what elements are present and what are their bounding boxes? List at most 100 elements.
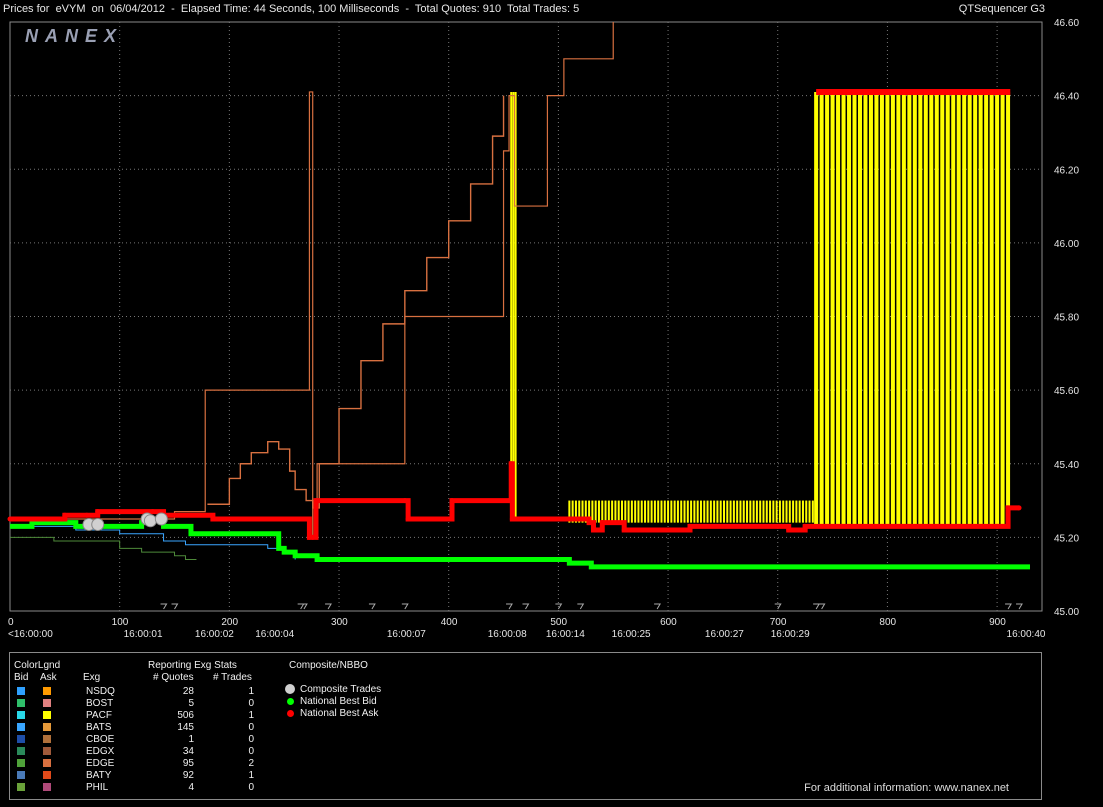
ask-quote-point bbox=[150, 509, 156, 515]
legend-trades: 1 bbox=[248, 770, 254, 781]
ask-quote-point bbox=[687, 523, 693, 529]
x-tick-label: 0 bbox=[8, 617, 14, 628]
time-tick-label: 16:00:25 bbox=[612, 629, 651, 640]
bid-color-swatch bbox=[17, 783, 25, 791]
y-tick-label: 46.20 bbox=[1054, 165, 1079, 176]
legend-trades: 0 bbox=[248, 746, 254, 757]
composite-legend-dot bbox=[287, 698, 294, 705]
ask-quote-point bbox=[7, 516, 13, 522]
ask-quote-point bbox=[210, 516, 216, 522]
y-tick-label: 45.20 bbox=[1054, 533, 1079, 544]
y-tick-label: 45.80 bbox=[1054, 313, 1079, 324]
legend-colorlgnd-header: ColorLgnd bbox=[14, 660, 61, 671]
ask-color-swatch bbox=[43, 735, 51, 743]
ask-quote-point bbox=[508, 461, 514, 467]
footer-note: For additional information: www.nanex.ne… bbox=[804, 782, 1009, 794]
ask-quote-point bbox=[786, 527, 792, 533]
time-tick-label: 16:00:29 bbox=[771, 629, 810, 640]
y-tick-label: 45.60 bbox=[1054, 386, 1079, 397]
ask-quote-point bbox=[775, 523, 781, 529]
ask-quote-point bbox=[566, 516, 572, 522]
x-tick-label: 800 bbox=[879, 617, 896, 628]
time-tick-label: 16:00:40 bbox=[1007, 629, 1046, 640]
legend-trades-header: # Trades bbox=[213, 672, 252, 683]
time-tick-label: 16:00:07 bbox=[387, 629, 426, 640]
legend-panel: ColorLgnd Bid Ask Exg Reporting Exg Stat… bbox=[9, 652, 1042, 800]
ask-quote-point bbox=[95, 509, 101, 515]
composite-trade-point bbox=[143, 514, 157, 528]
ask-color-swatch bbox=[43, 699, 51, 707]
composite-legend-label: National Best Bid bbox=[300, 696, 377, 707]
ask-quote-point bbox=[303, 516, 309, 522]
bid-color-swatch bbox=[17, 687, 25, 695]
ask-quote-point bbox=[402, 498, 408, 504]
price-chart: 45.00 45.20 45.40 45.60 45.80 46.00 46.20 46.40… bbox=[7, 18, 1079, 640]
x-tick-label: 900 bbox=[989, 617, 1006, 628]
composite-legend-label: National Best Ask bbox=[300, 708, 379, 719]
x-tick-label: 600 bbox=[660, 617, 677, 628]
legend-quotes: 506 bbox=[177, 710, 194, 721]
legend-quotes: 1 bbox=[188, 734, 194, 745]
y-tick-label: 46.60 bbox=[1054, 18, 1079, 29]
composite-legend-label: Composite Trades bbox=[300, 684, 382, 695]
bid-color-swatch bbox=[17, 771, 25, 779]
legend-trades: 0 bbox=[248, 734, 254, 745]
x-tick-label: 100 bbox=[112, 617, 129, 628]
legend-cnbbo-header: Composite/NBBO bbox=[289, 660, 368, 671]
ask-quote-point bbox=[621, 527, 627, 533]
ask-quote-point bbox=[310, 534, 316, 540]
bid-color-swatch bbox=[17, 747, 25, 755]
legend-exg: NSDQ bbox=[86, 686, 115, 697]
time-tick-label: 16:00:01 bbox=[124, 629, 163, 640]
legend-quotes: 145 bbox=[177, 722, 194, 733]
ask-color-swatch bbox=[43, 687, 51, 695]
x-tick-label: 700 bbox=[770, 617, 787, 628]
legend-exg: BATS bbox=[86, 722, 112, 733]
legend-quotes: 92 bbox=[182, 770, 194, 781]
composite-legend-dot bbox=[287, 710, 294, 717]
ask-color-swatch bbox=[43, 711, 51, 719]
y-tick-label: 46.00 bbox=[1054, 239, 1079, 250]
time-tick-label: 16:00:04 bbox=[255, 629, 294, 640]
nanex-logo: NANEX bbox=[25, 26, 123, 46]
legend-quotes-header: # Quotes bbox=[153, 672, 194, 683]
legend-ask-header: Ask bbox=[40, 672, 57, 683]
composite-trade-point bbox=[91, 517, 105, 531]
bid-color-swatch bbox=[17, 723, 25, 731]
composite-trade-point bbox=[154, 512, 168, 526]
ask-quote-point bbox=[1005, 505, 1011, 511]
time-tick-label: 16:00:27 bbox=[705, 629, 744, 640]
legend-exg: PHIL bbox=[86, 782, 109, 793]
time-tick-label: 16:00:08 bbox=[488, 629, 527, 640]
x-tick-label: 200 bbox=[221, 617, 238, 628]
legend-trades: 0 bbox=[248, 698, 254, 709]
ask-color-swatch bbox=[43, 783, 51, 791]
bid-color-swatch bbox=[17, 699, 25, 707]
legend-trades: 1 bbox=[248, 686, 254, 697]
time-tick-label: 16:00:02 bbox=[195, 629, 234, 640]
time-tick-label: 16:00:14 bbox=[546, 629, 585, 640]
ask-quote-point bbox=[509, 516, 515, 522]
ask-quote-point bbox=[1016, 505, 1022, 511]
x-tick-label: 300 bbox=[331, 617, 348, 628]
legend-bid-header: Bid bbox=[14, 672, 29, 683]
legend-exg: EDGX bbox=[86, 746, 115, 757]
legend-exg: CBOE bbox=[86, 734, 115, 745]
ask-quote-point bbox=[314, 498, 320, 504]
legend-exg: EDGE bbox=[86, 758, 115, 769]
legend-trades: 0 bbox=[248, 782, 254, 793]
x-tick-label: 400 bbox=[441, 617, 458, 628]
legend-quotes: 95 bbox=[182, 758, 194, 769]
bid-color-swatch bbox=[17, 735, 25, 743]
ask-quote-point bbox=[599, 520, 605, 526]
ask-quote-point bbox=[802, 523, 808, 529]
legend-trades: 1 bbox=[248, 710, 254, 721]
legend-trades: 0 bbox=[248, 722, 254, 733]
ask-quote-point bbox=[506, 498, 512, 504]
time-tick-label: <16:00:00 bbox=[8, 629, 53, 640]
ask-quote-point bbox=[446, 516, 452, 522]
legend-quotes: 34 bbox=[182, 746, 194, 757]
legend-exg: BATY bbox=[86, 770, 112, 781]
y-tick-label: 46.40 bbox=[1054, 92, 1079, 103]
legend-exg-header: Exg bbox=[83, 672, 101, 683]
